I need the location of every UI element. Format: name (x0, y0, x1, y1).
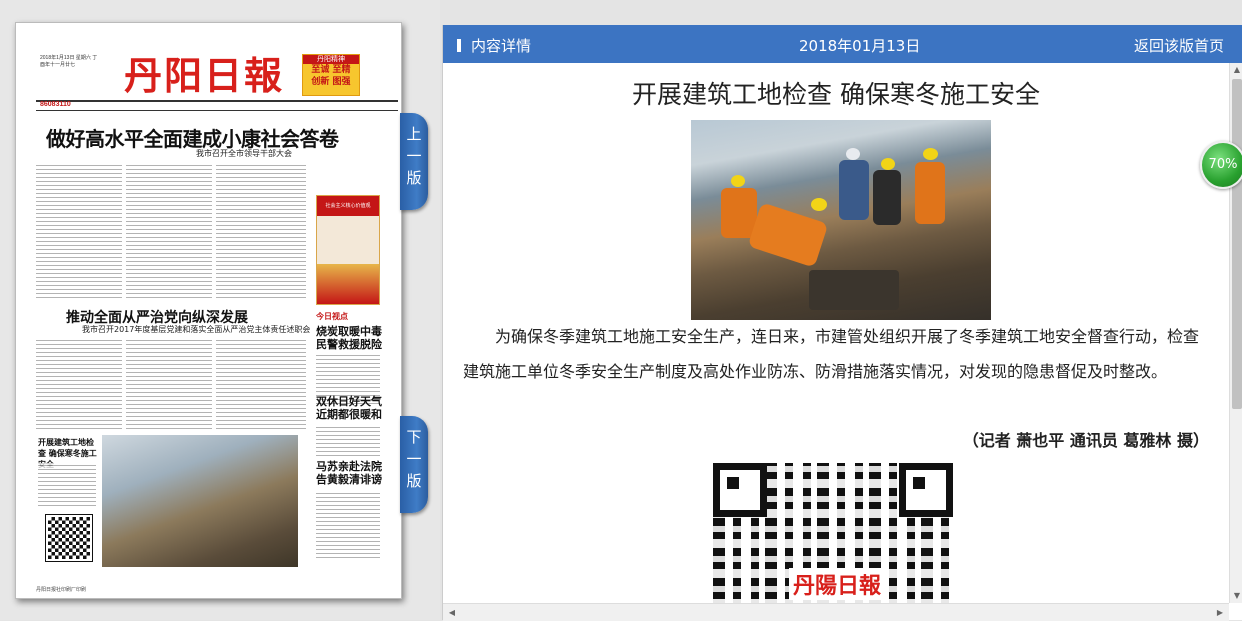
slogan-header: 丹阳精神 (303, 55, 359, 64)
paper-qr-code (45, 514, 93, 562)
masthead-slogan-box: 丹阳精神 至诚 至精 创新 图强 (302, 54, 360, 96)
paper-phone: 86083110 (40, 101, 71, 108)
tab-char: 版 (406, 472, 422, 490)
qr-finder (899, 463, 953, 517)
paper-headline[interactable]: 做好高水平全面建成小康社会答卷 (46, 123, 339, 152)
qr-finder (713, 463, 767, 517)
article-photo (691, 120, 991, 320)
qr-logo: 丹陽日報 (789, 568, 886, 600)
scroll-down-icon[interactable]: ▼ (1230, 589, 1242, 603)
header-label: 内容详情 (471, 37, 532, 55)
text-column (126, 338, 212, 430)
scroll-up-icon[interactable]: ▲ (1230, 63, 1242, 77)
article-credit: （记者 萧也平 通讯员 葛雅林 摄） (962, 431, 1209, 450)
tab-char: 版 (406, 169, 422, 187)
text-column (36, 338, 122, 430)
newspaper-page[interactable]: 2018年1月13日 星期六 丁酉年十一月廿七 丹阳日報 丹阳精神 至诚 至精 … (15, 22, 402, 599)
tab-char: 一 (406, 147, 422, 165)
ad-band: 社会主义核心价值观 (317, 196, 379, 216)
prev-page-tab[interactable]: 上 一 版 (400, 113, 428, 210)
today-label: 今日视点 (316, 312, 348, 321)
side-headline[interactable]: 马苏亲赴法院 告黄毅清诽谤 (316, 460, 386, 486)
text-column (316, 491, 380, 561)
article-body: 为确保冬季建筑工地施工安全生产，连日来，市建管处组织开展了冬季建筑工地安全督查行… (463, 327, 1200, 381)
article-thumb-photo[interactable] (102, 435, 298, 567)
text-column (216, 338, 306, 430)
tab-char: 一 (406, 450, 422, 468)
paper-subheadline-secondary: 我市召开2017年度基层党建和落实全面从严治党主体责任述职会 (82, 325, 311, 334)
masthead-date: 2018年1月13日 星期六 丁酉年十一月廿七 (40, 55, 98, 68)
side-headline[interactable]: 双休日好天气 近期都很暖和 (316, 395, 386, 421)
progress-badge[interactable]: 70% (1200, 141, 1242, 189)
paper-subheadline: 我市召开全市领导干部大会 (196, 149, 292, 158)
article-title: 开展建筑工地检查 确保寒冬施工安全 (632, 80, 1040, 109)
masthead-title: 丹阳日報 (124, 53, 285, 98)
ad-graphic (317, 264, 379, 304)
issue-date: 2018年01月13日 (799, 37, 921, 55)
article-content: 开展建筑工地检查 确保寒冬施工安全 为确保冬季建筑工地施工安全生产，连日来，市建… (443, 63, 1229, 603)
scroll-thumb[interactable] (1232, 79, 1242, 409)
text-column (216, 163, 306, 298)
paper-footer: 丹阳日报社印刷厂印刷 (36, 587, 87, 593)
header-bar-icon (457, 39, 461, 52)
back-to-page-link[interactable]: 返回该版首页 (1134, 35, 1224, 56)
text-column (126, 163, 212, 298)
text-column (36, 163, 122, 298)
tab-char: 上 (406, 125, 422, 143)
article-qr-code: 丹陽日報 (689, 458, 989, 603)
side-headline[interactable]: 烧炭取暖中毒 民警救援脱险 (316, 325, 386, 351)
tab-char: 下 (406, 428, 422, 446)
text-column (38, 463, 96, 509)
content-detail-panel: 内容详情 2018年01月13日 返回该版首页 开展建筑工地检查 确保寒冬施工安… (442, 25, 1242, 621)
newspaper-thumbnail-area: 2018年1月13日 星期六 丁酉年十一月廿七 丹阳日報 丹阳精神 至诚 至精 … (0, 0, 440, 620)
scroll-right-icon[interactable]: ▶ (1213, 604, 1227, 621)
horizontal-scrollbar[interactable]: ◀ ▶ (443, 603, 1229, 621)
scroll-left-icon[interactable]: ◀ (445, 604, 459, 621)
detail-header-bar: 内容详情 2018年01月13日 返回该版首页 (443, 25, 1242, 63)
next-page-tab[interactable]: 下 一 版 (400, 416, 428, 513)
core-values-ad: 社会主义核心价值观 (316, 195, 380, 305)
slogan-row: 至诚 至精 (311, 65, 351, 75)
masthead-rule (36, 100, 398, 111)
text-column (316, 425, 380, 459)
header-label-group: 内容详情 (457, 35, 531, 56)
slogan-row: 创新 图强 (311, 77, 351, 87)
